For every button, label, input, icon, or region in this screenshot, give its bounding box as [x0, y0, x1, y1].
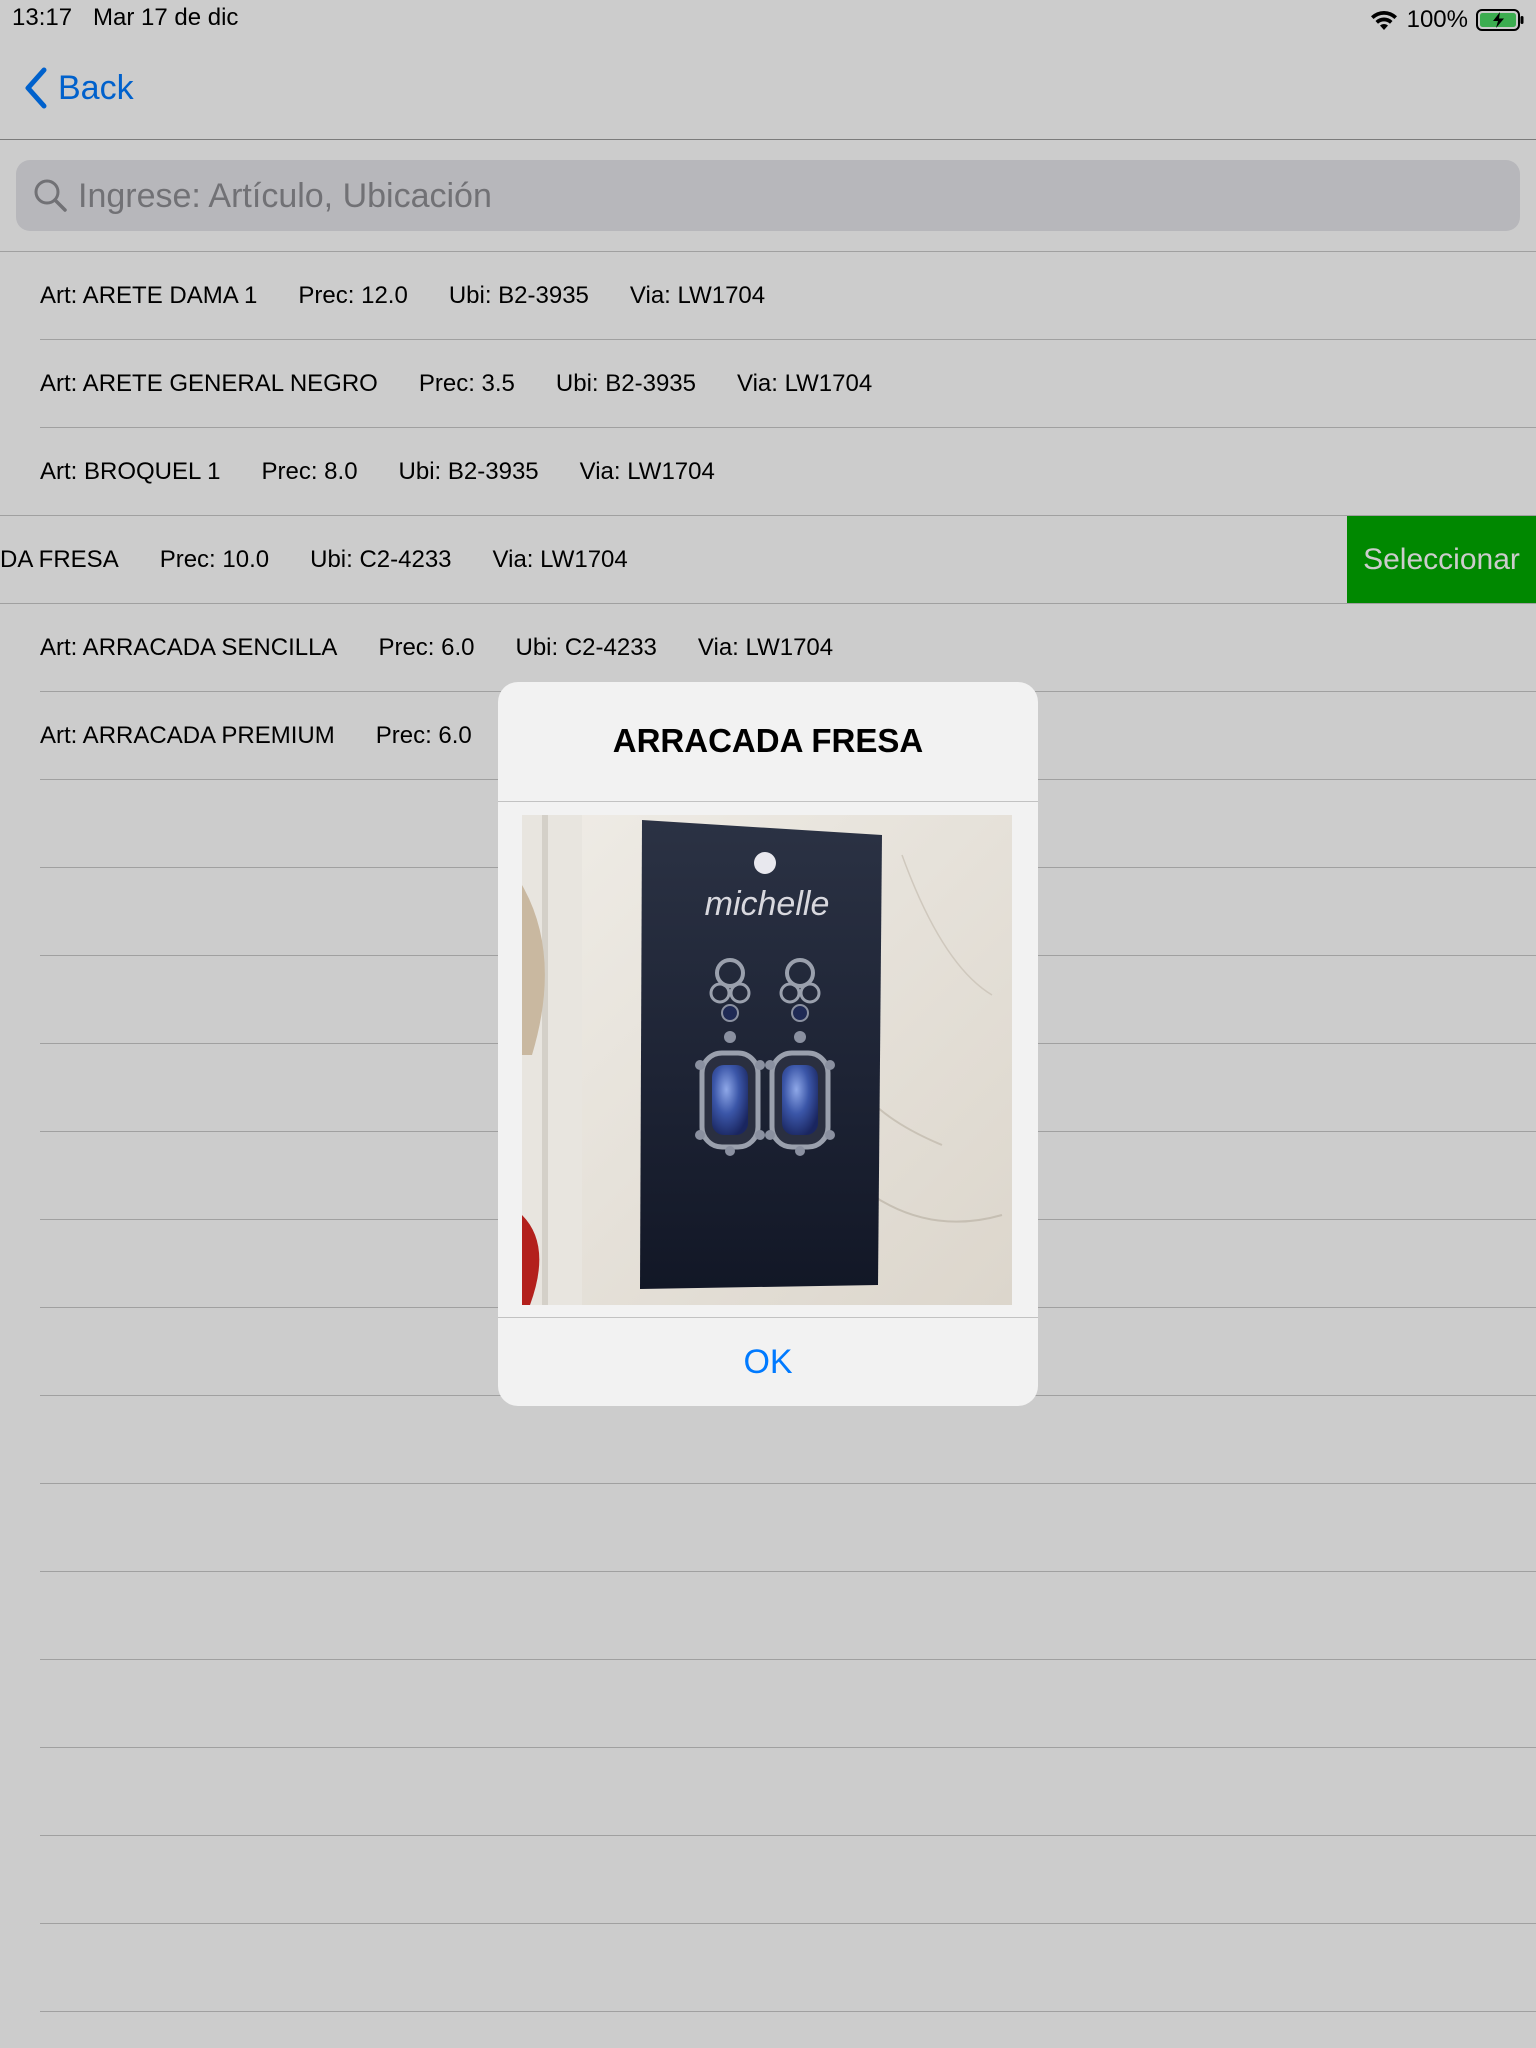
alert-divider	[498, 801, 1038, 802]
product-image: michelle	[522, 815, 1012, 1305]
earrings-photo: michelle	[522, 815, 1012, 1305]
card-brand-text: michelle	[705, 885, 830, 923]
alert-title: ARRACADA FRESA	[612, 722, 924, 759]
alert-dialog: ARRACADA FRESA michelle OK	[498, 682, 1038, 1406]
ok-button[interactable]: OK	[498, 1318, 1038, 1406]
